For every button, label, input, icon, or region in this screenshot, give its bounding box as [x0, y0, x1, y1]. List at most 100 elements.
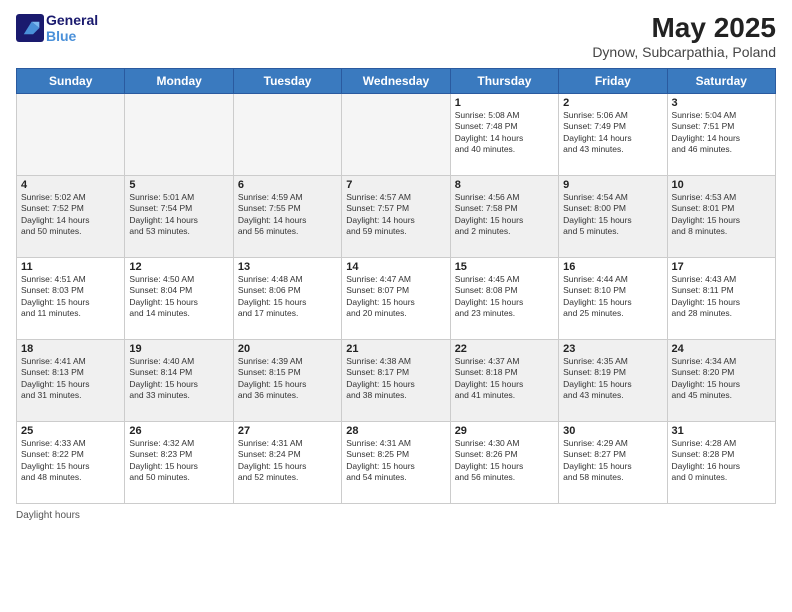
- day-number: 2: [563, 97, 662, 109]
- day-number: 7: [346, 179, 445, 191]
- day-info: Sunrise: 4:59 AM Sunset: 7:55 PM Dayligh…: [238, 192, 337, 238]
- day-number: 12: [129, 261, 228, 273]
- day-number: 27: [238, 425, 337, 437]
- day-info: Sunrise: 4:57 AM Sunset: 7:57 PM Dayligh…: [346, 192, 445, 238]
- calendar-cell: 20Sunrise: 4:39 AM Sunset: 8:15 PM Dayli…: [233, 340, 341, 422]
- calendar-cell: 12Sunrise: 4:50 AM Sunset: 8:04 PM Dayli…: [125, 258, 233, 340]
- day-number: 3: [672, 97, 771, 109]
- day-number: 1: [455, 97, 554, 109]
- day-number: 28: [346, 425, 445, 437]
- calendar-cell: 15Sunrise: 4:45 AM Sunset: 8:08 PM Dayli…: [450, 258, 558, 340]
- calendar-cell: 3Sunrise: 5:04 AM Sunset: 7:51 PM Daylig…: [667, 94, 775, 176]
- header: General Blue May 2025 Dynow, Subcarpathi…: [16, 12, 776, 60]
- day-info: Sunrise: 4:41 AM Sunset: 8:13 PM Dayligh…: [21, 356, 120, 402]
- day-info: Sunrise: 4:54 AM Sunset: 8:00 PM Dayligh…: [563, 192, 662, 238]
- calendar-cell: 31Sunrise: 4:28 AM Sunset: 8:28 PM Dayli…: [667, 422, 775, 504]
- day-number: 30: [563, 425, 662, 437]
- day-number: 18: [21, 343, 120, 355]
- day-number: 9: [563, 179, 662, 191]
- calendar-week-row: 4Sunrise: 5:02 AM Sunset: 7:52 PM Daylig…: [17, 176, 776, 258]
- day-number: 20: [238, 343, 337, 355]
- day-info: Sunrise: 4:43 AM Sunset: 8:11 PM Dayligh…: [672, 274, 771, 320]
- calendar-cell: 17Sunrise: 4:43 AM Sunset: 8:11 PM Dayli…: [667, 258, 775, 340]
- logo: General Blue: [16, 12, 98, 44]
- day-number: 22: [455, 343, 554, 355]
- calendar-cell: 5Sunrise: 5:01 AM Sunset: 7:54 PM Daylig…: [125, 176, 233, 258]
- calendar-cell: 16Sunrise: 4:44 AM Sunset: 8:10 PM Dayli…: [559, 258, 667, 340]
- calendar-cell: [233, 94, 341, 176]
- day-number: 14: [346, 261, 445, 273]
- day-info: Sunrise: 4:53 AM Sunset: 8:01 PM Dayligh…: [672, 192, 771, 238]
- day-number: 15: [455, 261, 554, 273]
- day-number: 31: [672, 425, 771, 437]
- day-info: Sunrise: 4:31 AM Sunset: 8:24 PM Dayligh…: [238, 438, 337, 484]
- day-info: Sunrise: 4:40 AM Sunset: 8:14 PM Dayligh…: [129, 356, 228, 402]
- calendar-cell: 14Sunrise: 4:47 AM Sunset: 8:07 PM Dayli…: [342, 258, 450, 340]
- day-info: Sunrise: 4:47 AM Sunset: 8:07 PM Dayligh…: [346, 274, 445, 320]
- day-number: 4: [21, 179, 120, 191]
- calendar-cell: 29Sunrise: 4:30 AM Sunset: 8:26 PM Dayli…: [450, 422, 558, 504]
- calendar-table: SundayMondayTuesdayWednesdayThursdayFrid…: [16, 68, 776, 504]
- day-info: Sunrise: 4:48 AM Sunset: 8:06 PM Dayligh…: [238, 274, 337, 320]
- day-info: Sunrise: 4:39 AM Sunset: 8:15 PM Dayligh…: [238, 356, 337, 402]
- day-info: Sunrise: 4:35 AM Sunset: 8:19 PM Dayligh…: [563, 356, 662, 402]
- day-info: Sunrise: 4:38 AM Sunset: 8:17 PM Dayligh…: [346, 356, 445, 402]
- day-info: Sunrise: 4:30 AM Sunset: 8:26 PM Dayligh…: [455, 438, 554, 484]
- day-number: 11: [21, 261, 120, 273]
- calendar-week-row: 18Sunrise: 4:41 AM Sunset: 8:13 PM Dayli…: [17, 340, 776, 422]
- page: General Blue May 2025 Dynow, Subcarpathi…: [0, 0, 792, 612]
- calendar-week-row: 25Sunrise: 4:33 AM Sunset: 8:22 PM Dayli…: [17, 422, 776, 504]
- calendar-cell: 19Sunrise: 4:40 AM Sunset: 8:14 PM Dayli…: [125, 340, 233, 422]
- day-number: 19: [129, 343, 228, 355]
- day-number: 26: [129, 425, 228, 437]
- calendar-cell: 7Sunrise: 4:57 AM Sunset: 7:57 PM Daylig…: [342, 176, 450, 258]
- day-info: Sunrise: 4:33 AM Sunset: 8:22 PM Dayligh…: [21, 438, 120, 484]
- calendar-cell: 26Sunrise: 4:32 AM Sunset: 8:23 PM Dayli…: [125, 422, 233, 504]
- calendar-cell: 18Sunrise: 4:41 AM Sunset: 8:13 PM Dayli…: [17, 340, 125, 422]
- title-block: May 2025 Dynow, Subcarpathia, Poland: [592, 12, 776, 60]
- day-of-week-header: Wednesday: [342, 69, 450, 94]
- day-of-week-header: Friday: [559, 69, 667, 94]
- day-number: 16: [563, 261, 662, 273]
- calendar-cell: 8Sunrise: 4:56 AM Sunset: 7:58 PM Daylig…: [450, 176, 558, 258]
- month-title: May 2025: [592, 12, 776, 44]
- calendar-cell: 10Sunrise: 4:53 AM Sunset: 8:01 PM Dayli…: [667, 176, 775, 258]
- day-number: 21: [346, 343, 445, 355]
- day-number: 8: [455, 179, 554, 191]
- day-number: 17: [672, 261, 771, 273]
- calendar-cell: 30Sunrise: 4:29 AM Sunset: 8:27 PM Dayli…: [559, 422, 667, 504]
- day-info: Sunrise: 4:45 AM Sunset: 8:08 PM Dayligh…: [455, 274, 554, 320]
- calendar-cell: 24Sunrise: 4:34 AM Sunset: 8:20 PM Dayli…: [667, 340, 775, 422]
- day-info: Sunrise: 4:56 AM Sunset: 7:58 PM Dayligh…: [455, 192, 554, 238]
- day-number: 5: [129, 179, 228, 191]
- logo-text: General Blue: [46, 12, 98, 44]
- day-of-week-header: Saturday: [667, 69, 775, 94]
- day-info: Sunrise: 4:28 AM Sunset: 8:28 PM Dayligh…: [672, 438, 771, 484]
- footer: Daylight hours: [16, 510, 776, 521]
- logo-icon: [16, 14, 44, 42]
- calendar-cell: 4Sunrise: 5:02 AM Sunset: 7:52 PM Daylig…: [17, 176, 125, 258]
- day-info: Sunrise: 4:31 AM Sunset: 8:25 PM Dayligh…: [346, 438, 445, 484]
- day-of-week-header: Monday: [125, 69, 233, 94]
- day-info: Sunrise: 4:44 AM Sunset: 8:10 PM Dayligh…: [563, 274, 662, 320]
- calendar-cell: 21Sunrise: 4:38 AM Sunset: 8:17 PM Dayli…: [342, 340, 450, 422]
- day-number: 25: [21, 425, 120, 437]
- calendar-cell: [125, 94, 233, 176]
- calendar-cell: [342, 94, 450, 176]
- calendar-cell: 23Sunrise: 4:35 AM Sunset: 8:19 PM Dayli…: [559, 340, 667, 422]
- day-number: 10: [672, 179, 771, 191]
- location-title: Dynow, Subcarpathia, Poland: [592, 44, 776, 60]
- calendar-cell: [17, 94, 125, 176]
- calendar-cell: 11Sunrise: 4:51 AM Sunset: 8:03 PM Dayli…: [17, 258, 125, 340]
- day-number: 13: [238, 261, 337, 273]
- calendar-header-row: SundayMondayTuesdayWednesdayThursdayFrid…: [17, 69, 776, 94]
- calendar-week-row: 11Sunrise: 4:51 AM Sunset: 8:03 PM Dayli…: [17, 258, 776, 340]
- day-info: Sunrise: 5:02 AM Sunset: 7:52 PM Dayligh…: [21, 192, 120, 238]
- day-number: 29: [455, 425, 554, 437]
- calendar-cell: 13Sunrise: 4:48 AM Sunset: 8:06 PM Dayli…: [233, 258, 341, 340]
- day-info: Sunrise: 5:01 AM Sunset: 7:54 PM Dayligh…: [129, 192, 228, 238]
- calendar-cell: 27Sunrise: 4:31 AM Sunset: 8:24 PM Dayli…: [233, 422, 341, 504]
- day-info: Sunrise: 4:34 AM Sunset: 8:20 PM Dayligh…: [672, 356, 771, 402]
- day-info: Sunrise: 5:08 AM Sunset: 7:48 PM Dayligh…: [455, 110, 554, 156]
- day-info: Sunrise: 5:06 AM Sunset: 7:49 PM Dayligh…: [563, 110, 662, 156]
